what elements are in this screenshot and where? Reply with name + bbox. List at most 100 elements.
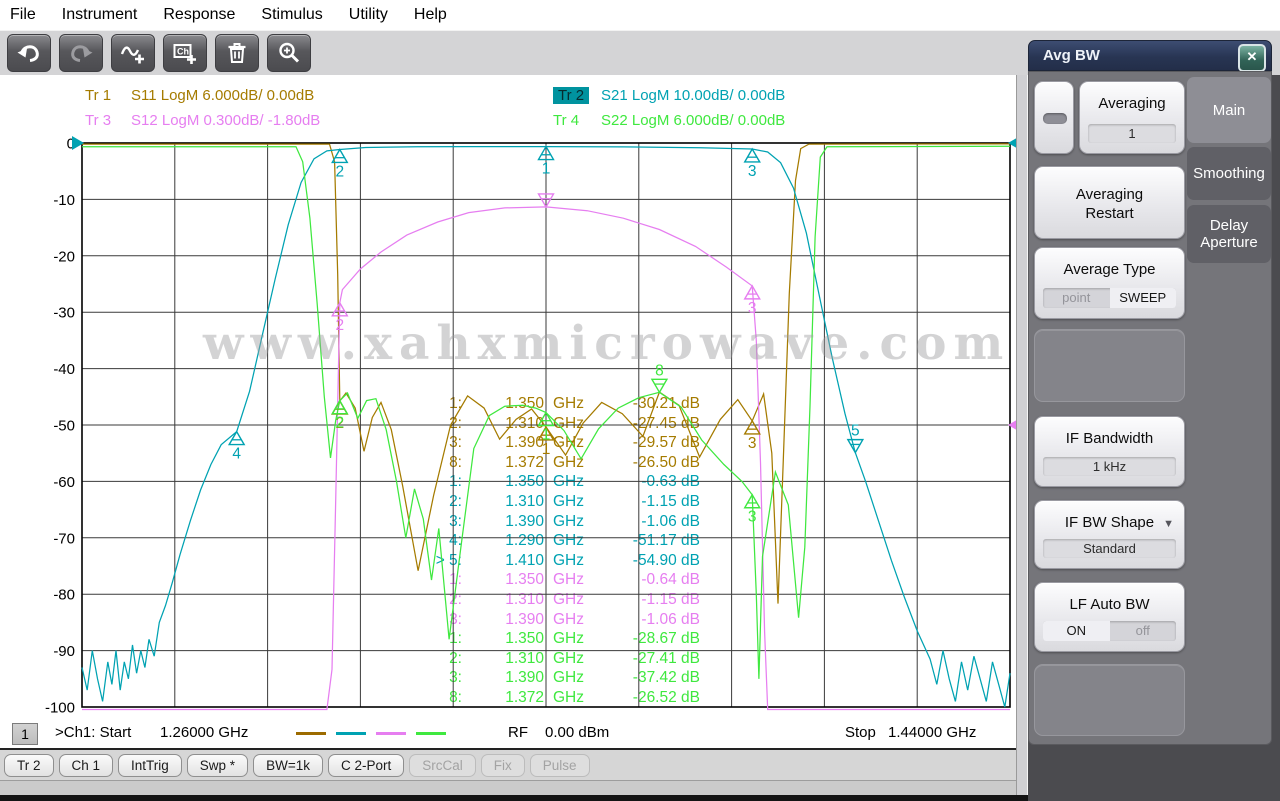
delete-button[interactable] xyxy=(215,34,259,72)
average-type-label: Average Type xyxy=(1063,261,1156,278)
svg-text:3: 3 xyxy=(748,435,757,452)
tab-main-label: Main xyxy=(1212,101,1246,119)
tab-main[interactable]: Main xyxy=(1187,77,1271,143)
add-channel-button[interactable]: Ch xyxy=(163,34,207,72)
if-bandwidth-value[interactable]: 1 kHz xyxy=(1043,457,1176,476)
stop-value[interactable]: 1.44000 GHz xyxy=(888,724,976,741)
legend-dash-s12 xyxy=(376,732,406,735)
status-pill-tr-2[interactable]: Tr 2 xyxy=(4,753,54,777)
svg-text:-30: -30 xyxy=(53,305,75,322)
svg-text:-20: -20 xyxy=(53,248,75,265)
svg-text:-60: -60 xyxy=(53,474,75,491)
toggle-indicator xyxy=(1043,113,1067,124)
tab-smoothing[interactable]: Smoothing xyxy=(1187,147,1271,200)
if-bw-shape-value[interactable]: Standard xyxy=(1043,539,1176,558)
svg-text:1: 1 xyxy=(542,441,551,458)
legend-dash-s21 xyxy=(336,732,366,735)
status-pill-inttrig[interactable]: IntTrig xyxy=(118,753,182,777)
rf-value[interactable]: 0.00 dBm xyxy=(545,724,609,741)
menu-item-help[interactable]: Help xyxy=(414,6,461,24)
panel-body: Averaging 1 Main Smoothing Delay Apertur… xyxy=(1028,71,1272,745)
if-bw-shape-button[interactable]: IF BW Shape ▼ Standard xyxy=(1034,500,1185,569)
marker-s21-5: 5 xyxy=(846,423,865,455)
stop-label: Stop xyxy=(845,724,876,741)
menu-bar: File Instrument Response Stimulus Utility Hel… xyxy=(0,0,1280,30)
add-channel-icon: Ch xyxy=(173,44,196,64)
marker-s21-3: 3 xyxy=(743,147,761,180)
blank-softkey-2 xyxy=(1034,664,1185,736)
average-type-toggle[interactable]: point SWEEP xyxy=(1043,288,1176,308)
svg-text:2: 2 xyxy=(335,415,344,432)
marker-s22-8: 8 xyxy=(650,362,669,394)
svg-text:2: 2 xyxy=(335,163,344,180)
rf-label: RF xyxy=(508,724,528,741)
averaging-toggle-button[interactable] xyxy=(1034,81,1074,154)
redo-icon xyxy=(71,45,93,62)
menu-item-response[interactable]: Response xyxy=(163,6,249,24)
status-pill-fix[interactable]: Fix xyxy=(480,753,525,777)
panel-title-bar[interactable]: Avg BW ✕ xyxy=(1028,40,1272,72)
status-pill-ch-1[interactable]: Ch 1 xyxy=(58,753,114,777)
lf-auto-bw-button[interactable]: LF Auto BW ON off xyxy=(1034,582,1185,652)
zoom-button[interactable] xyxy=(267,34,311,72)
close-icon[interactable]: ✕ xyxy=(1238,44,1266,72)
average-type-point[interactable]: point xyxy=(1043,288,1110,308)
status-pill-pulse[interactable]: Pulse xyxy=(529,753,590,777)
svg-text:3: 3 xyxy=(748,300,757,317)
lf-auto-bw-off[interactable]: off xyxy=(1110,621,1177,641)
start-value[interactable]: 1.26000 GHz xyxy=(160,724,248,741)
chart-area: Tr 1 S11 LogM 6.000dB/ 0.00dB Tr 2 S21 L… xyxy=(0,75,1016,750)
svg-text:3: 3 xyxy=(748,509,757,526)
status-pill-bw-1k[interactable]: BW=1k xyxy=(253,753,323,777)
plot-area: 0-10-20-30-40-50-60-70-80-90-1002 1 34521 3… xyxy=(45,136,1016,717)
averaging-value[interactable]: 1 xyxy=(1088,124,1176,143)
if-bandwidth-label: IF Bandwidth xyxy=(1065,430,1154,447)
status-bar: Tr 2 Ch 1 IntTrig Swp * BW=1k C 2-Port SrcCal F… xyxy=(0,750,1022,780)
blank-softkey-1 xyxy=(1034,329,1185,402)
status-pill-swp-[interactable]: Swp * xyxy=(186,753,249,777)
if-bandwidth-button[interactable]: IF Bandwidth 1 kHz xyxy=(1034,416,1185,487)
average-type-button[interactable]: Average Type point SWEEP xyxy=(1034,247,1185,319)
svg-text:-80: -80 xyxy=(53,587,75,604)
svg-text:-40: -40 xyxy=(53,361,75,378)
svg-text:5: 5 xyxy=(851,423,860,440)
menu-item-instrument[interactable]: Instrument xyxy=(62,6,152,24)
menu-item-file[interactable]: File xyxy=(10,6,50,24)
menu-item-utility[interactable]: Utility xyxy=(349,6,402,24)
chevron-down-icon: ▼ xyxy=(1163,518,1174,530)
svg-text:-70: -70 xyxy=(53,530,75,547)
averaging-restart-button[interactable]: Averaging Restart xyxy=(1034,166,1185,239)
undo-button[interactable] xyxy=(7,34,51,72)
tab-delay-aperture-label: Delay Aperture xyxy=(1200,217,1258,251)
legend-dash-s11 xyxy=(296,732,326,735)
lf-auto-bw-on[interactable]: ON xyxy=(1043,621,1110,641)
svg-text:4: 4 xyxy=(232,446,241,463)
undo-icon xyxy=(17,45,39,62)
svg-text:-50: -50 xyxy=(53,418,75,435)
tab-delay-aperture[interactable]: Delay Aperture xyxy=(1187,205,1271,263)
chart-footer: 1 >Ch1: Start 1.26000 GHz RF 0.00 dBm St… xyxy=(0,722,1016,748)
if-bw-shape-label: IF BW Shape xyxy=(1064,514,1155,531)
lf-auto-bw-toggle[interactable]: ON off xyxy=(1043,621,1176,641)
marker-s22-2: 2 xyxy=(331,399,349,432)
svg-text:-10: -10 xyxy=(53,192,75,209)
menu-item-stimulus[interactable]: Stimulus xyxy=(261,6,336,24)
delete-icon xyxy=(228,43,246,63)
svg-text:-90: -90 xyxy=(53,643,75,660)
average-type-sweep[interactable]: SWEEP xyxy=(1109,288,1176,308)
marker-s21-2: 2 xyxy=(331,148,349,180)
status-pill-srccal[interactable]: SrcCal xyxy=(409,753,476,777)
svg-text:8: 8 xyxy=(655,362,664,379)
redo-button[interactable] xyxy=(59,34,103,72)
zoom-icon xyxy=(279,42,300,63)
marker-s11-3: 3 xyxy=(743,419,761,452)
add-trace-button[interactable] xyxy=(111,34,155,72)
legend-dash-s22 xyxy=(416,732,446,735)
status-pill-c-2-port[interactable]: C 2-Port xyxy=(327,753,405,777)
lf-auto-bw-label: LF Auto BW xyxy=(1069,596,1150,613)
averaging-button[interactable]: Averaging 1 xyxy=(1079,81,1185,154)
channel-badge[interactable]: 1 xyxy=(12,723,38,745)
svg-text:Ch: Ch xyxy=(177,47,189,57)
averaging-restart-label: Averaging Restart xyxy=(1075,186,1144,222)
vertical-divider xyxy=(1016,75,1028,795)
